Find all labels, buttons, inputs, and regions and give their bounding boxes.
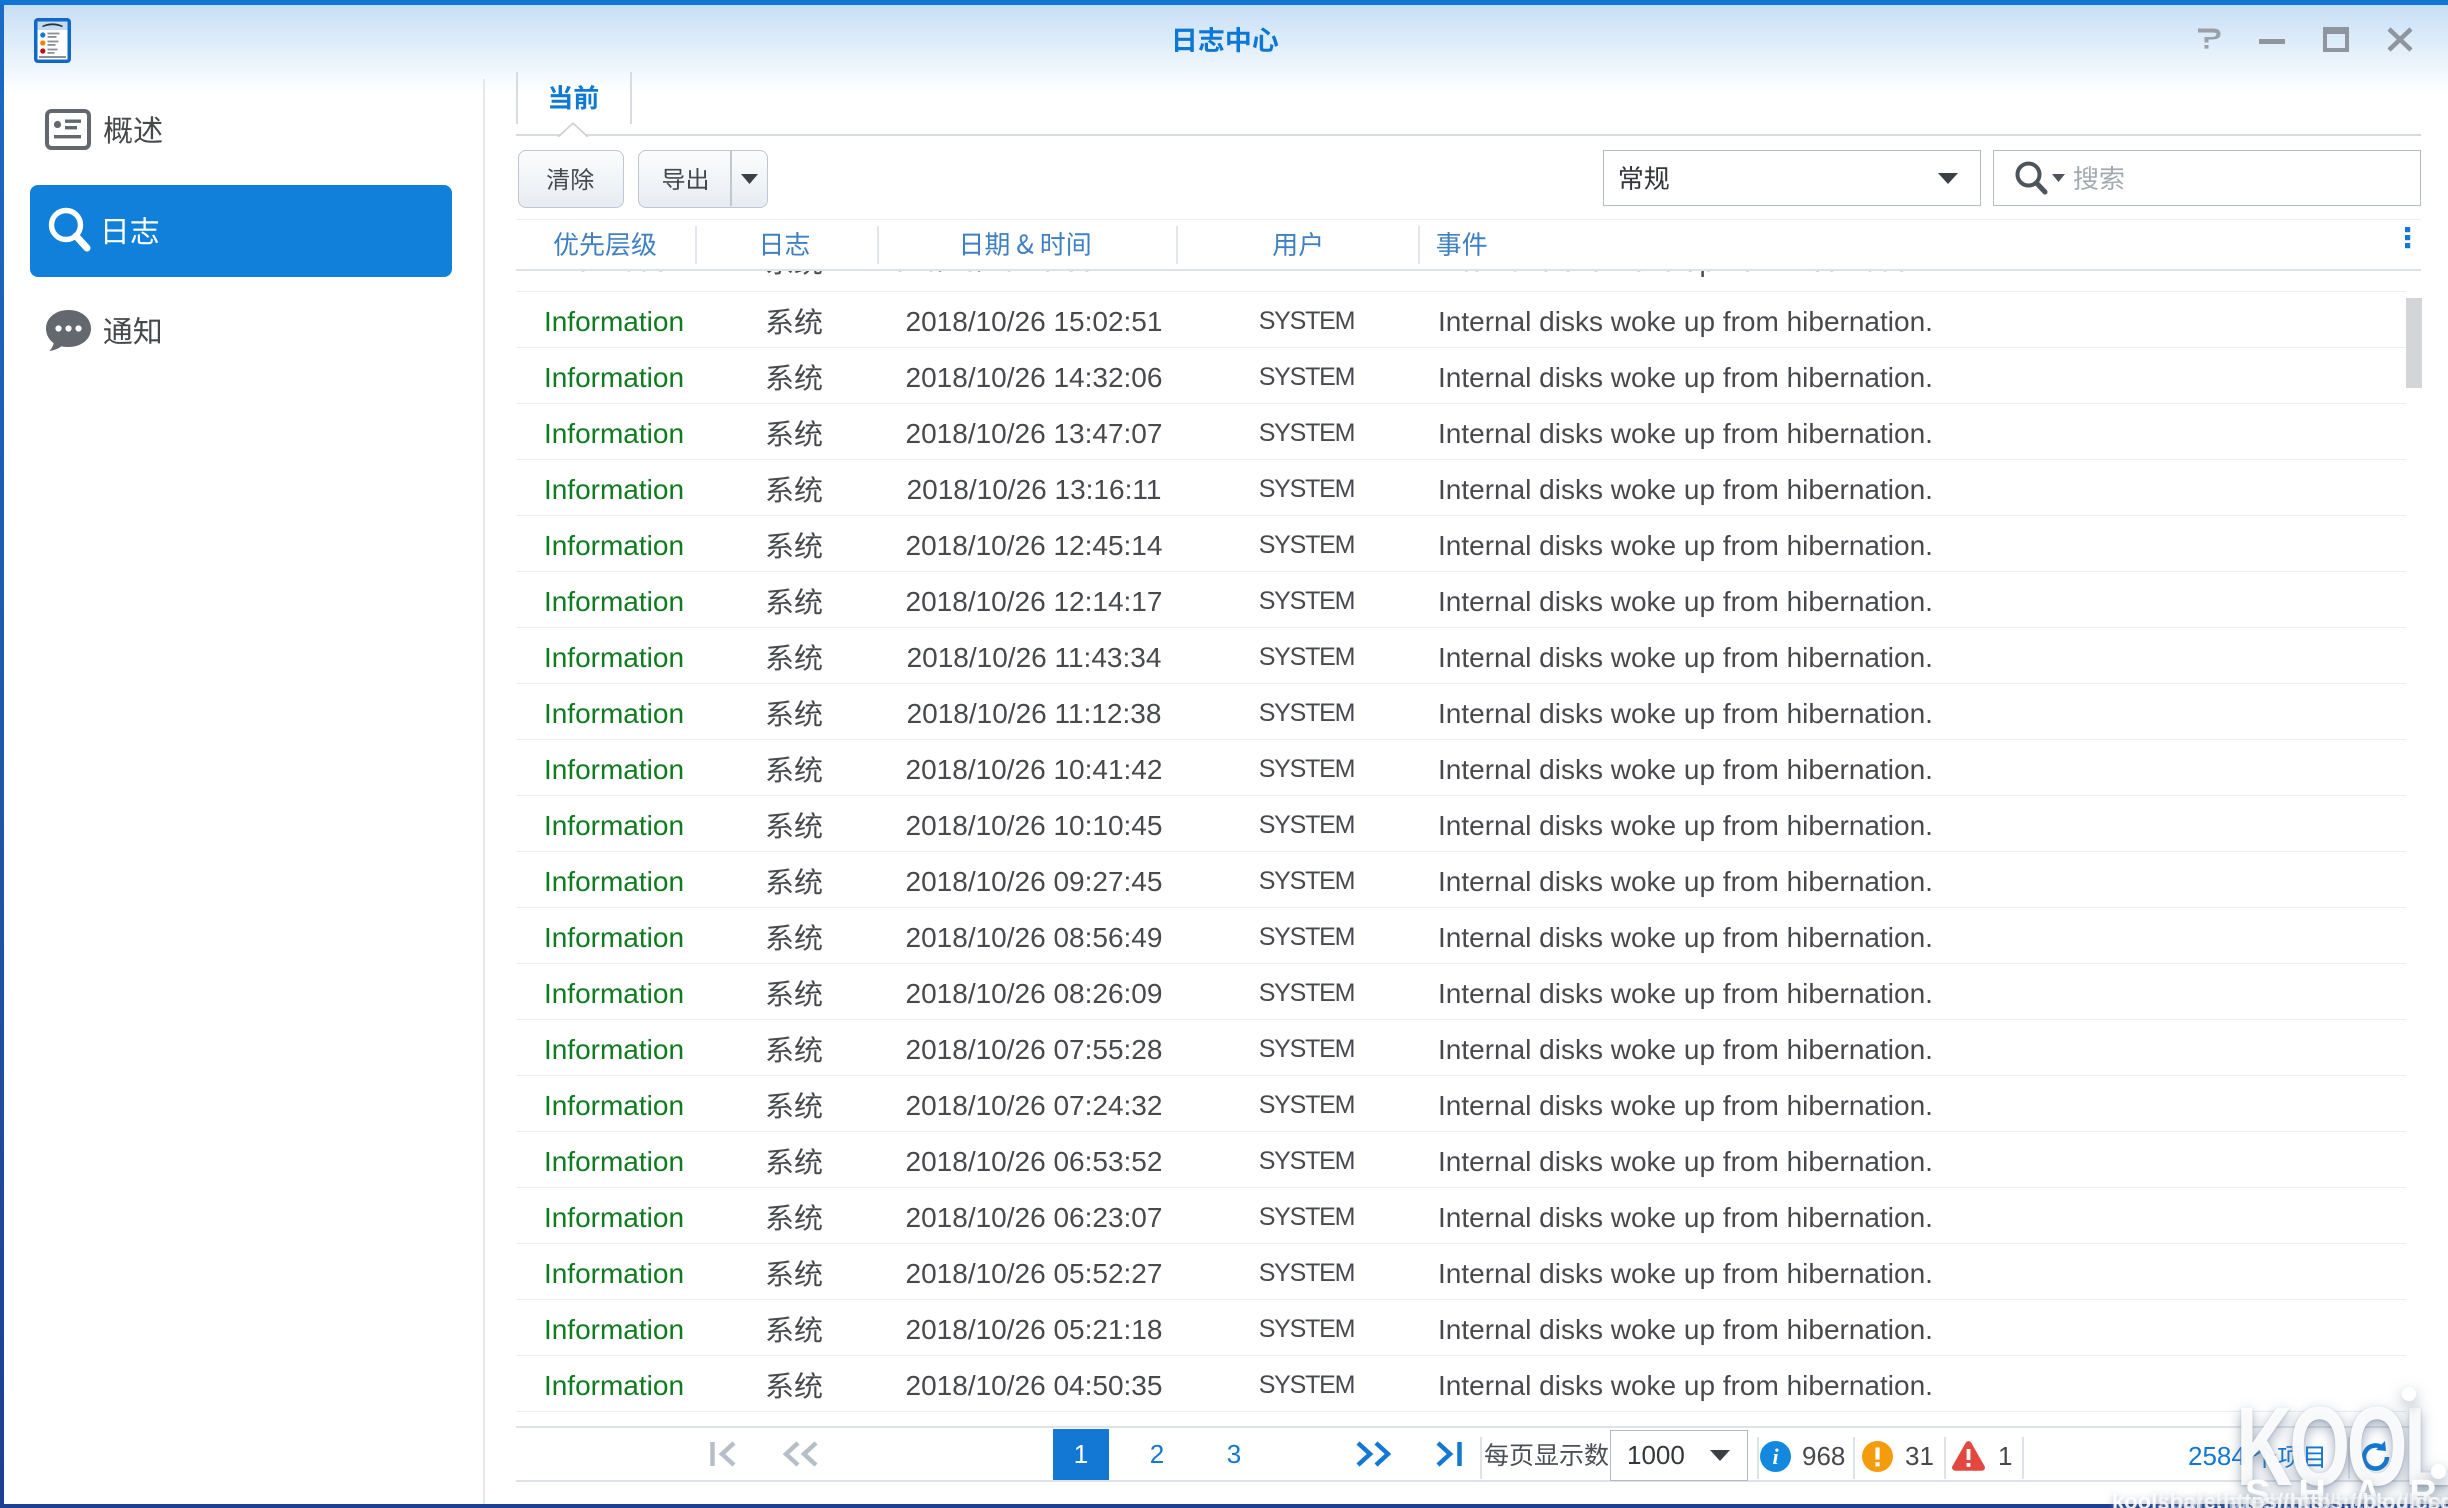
svg-text:i: i — [1772, 1444, 1779, 1469]
